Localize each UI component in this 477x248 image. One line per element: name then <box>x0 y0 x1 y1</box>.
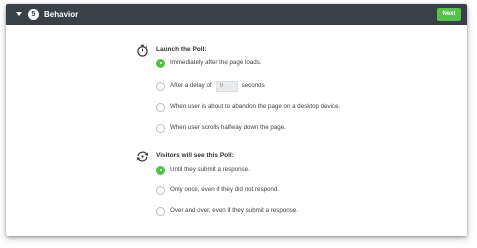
option-label: Only once, even if they did not respond. <box>170 186 280 193</box>
launch-option-exit-intent[interactable]: When user is about to abandon the page o… <box>156 102 340 112</box>
visibility-section-title: Visitors will see this Poll: <box>156 152 234 159</box>
step-number-badge: 5 <box>28 9 39 20</box>
radio-button[interactable] <box>156 165 165 175</box>
radio-button[interactable] <box>156 206 165 216</box>
option-label: Over and over, even if they submit a res… <box>170 207 298 214</box>
behavior-panel: 5 Behavior Next Launch the Poll: Immedia… <box>6 4 467 236</box>
option-label: When user scrolls halfway down the page. <box>170 124 286 131</box>
next-button[interactable]: Next <box>437 8 461 21</box>
caret-down-icon[interactable] <box>16 12 22 16</box>
launch-option-delay[interactable]: After a delay of seconds <box>156 80 265 92</box>
seconds-label: seconds <box>241 82 265 89</box>
radio-button[interactable] <box>156 58 165 68</box>
radio-button[interactable] <box>156 81 165 91</box>
repeat-icon <box>137 151 148 162</box>
launch-option-immediately[interactable]: Immediately after the page loads. <box>156 58 262 68</box>
panel-header[interactable]: 5 Behavior Next <box>6 4 467 25</box>
stopwatch-icon <box>137 44 148 57</box>
launch-section-title: Launch the Poll: <box>156 46 207 53</box>
visibility-option-until-response[interactable]: Until they submit a response. <box>156 165 250 175</box>
radio-button[interactable] <box>156 185 165 195</box>
radio-button[interactable] <box>156 123 165 133</box>
panel-title: Behavior <box>44 10 79 19</box>
visibility-option-always[interactable]: Over and over, even if they submit a res… <box>156 206 298 216</box>
radio-button[interactable] <box>156 102 165 112</box>
visibility-option-only-once[interactable]: Only once, even if they did not respond. <box>156 185 279 195</box>
option-label: After a delay of <box>170 82 212 89</box>
delay-seconds-input[interactable] <box>215 80 238 92</box>
option-label: Immediately after the page loads. <box>170 59 262 66</box>
option-label: When user is about to abandon the page o… <box>170 103 341 110</box>
option-label: Until they submit a response. <box>170 166 250 173</box>
launch-option-scroll[interactable]: When user scrolls halfway down the page. <box>156 123 286 133</box>
